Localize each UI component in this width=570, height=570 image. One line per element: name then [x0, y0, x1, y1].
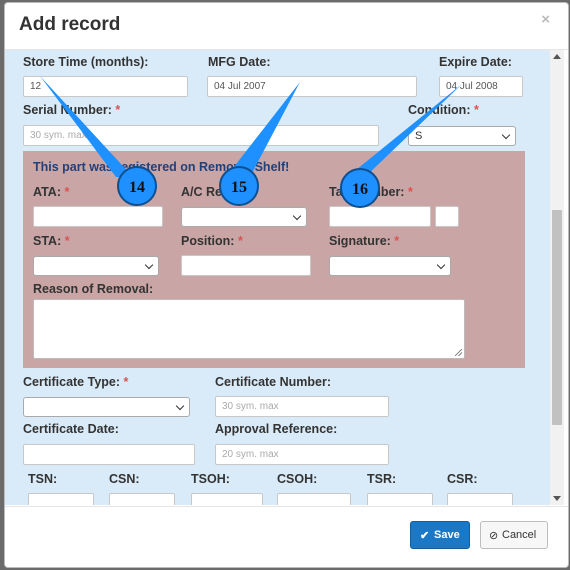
tsoh-label: TSOH:	[191, 472, 230, 486]
certificate-date-input[interactable]	[23, 444, 195, 465]
certificate-number-input[interactable]: 30 sym. max	[215, 396, 389, 417]
csn-input[interactable]	[109, 493, 175, 505]
certificate-type-label: Certificate Type: *	[23, 375, 129, 389]
ban-icon: ⊘	[489, 530, 499, 542]
signature-select[interactable]	[329, 256, 451, 276]
tsn-label: TSN:	[28, 472, 58, 486]
sta-label: STA: *	[33, 234, 70, 248]
tsn-input[interactable]	[28, 493, 94, 505]
csoh-label: CSOH:	[277, 472, 318, 486]
condition-select[interactable]: S	[408, 126, 516, 146]
ata-label: ATA: *	[33, 185, 70, 199]
tsr-label: TSR:	[367, 472, 397, 486]
certificate-type-select[interactable]	[23, 397, 190, 417]
modal-header: Add record ×	[5, 3, 568, 50]
store-time-label: Store Time (months):	[23, 55, 149, 69]
tail-number-label: Tail Number: *	[329, 185, 413, 199]
mfg-date-label: MFG Date:	[208, 55, 271, 69]
ata-input[interactable]	[33, 206, 163, 227]
expire-date-label: Expire Date:	[439, 55, 512, 69]
approval-reference-placeholder: 20 sym. max	[222, 449, 279, 460]
add-record-modal: Add record × Store Time (months): 12 MFG…	[4, 2, 569, 568]
position-label: Position: *	[181, 234, 243, 248]
sta-select[interactable]	[33, 256, 159, 276]
record-form: Store Time (months): 12 MFG Date: 04 Jul…	[5, 50, 550, 505]
ac-reg-select[interactable]	[181, 207, 307, 227]
scrollbar-thumb[interactable]	[552, 210, 562, 425]
store-time-input[interactable]: 12	[23, 76, 188, 97]
mfg-date-input[interactable]: 04 Jul 2007	[207, 76, 417, 97]
form-scrollbar[interactable]	[550, 50, 564, 505]
serial-number-input[interactable]: 30 sym. max	[23, 125, 379, 146]
check-icon: ✔	[420, 530, 430, 542]
approval-reference-input[interactable]: 20 sym. max	[215, 444, 389, 465]
certificate-date-label: Certificate Date:	[23, 422, 119, 436]
removal-shelf-message: This part was registered on Removal Shel…	[33, 160, 290, 174]
removal-shelf-section: This part was registered on Removal Shel…	[23, 151, 525, 368]
cancel-button[interactable]: ⊘ Cancel	[480, 521, 548, 549]
reason-of-removal-textarea[interactable]	[33, 299, 465, 359]
tsr-input[interactable]	[367, 493, 433, 505]
expire-date-input[interactable]: 04 Jul 2008	[439, 76, 523, 97]
modal-title: Add record	[19, 14, 121, 35]
csoh-input[interactable]	[277, 493, 351, 505]
csn-label: CSN:	[109, 472, 140, 486]
chevron-down-icon	[436, 260, 446, 270]
cancel-button-label: Cancel	[502, 529, 537, 541]
modal-footer: ✔ Save ⊘ Cancel	[5, 506, 568, 567]
chevron-down-icon	[144, 260, 154, 270]
resize-grip-icon[interactable]	[455, 349, 462, 356]
chevron-down-icon	[292, 211, 302, 221]
approval-reference-label: Approval Reference:	[215, 422, 338, 436]
certificate-number-label: Certificate Number:	[215, 375, 331, 389]
serial-number-label: Serial Number: *	[23, 103, 121, 117]
condition-label: Condition: *	[408, 103, 479, 117]
tail-number-input[interactable]	[329, 206, 431, 227]
scroll-down-arrow-icon[interactable]	[553, 496, 561, 501]
signature-label: Signature: *	[329, 234, 400, 248]
certificate-number-placeholder: 30 sym. max	[222, 401, 279, 412]
tsoh-input[interactable]	[191, 493, 263, 505]
condition-value: S	[415, 130, 423, 142]
close-icon[interactable]: ×	[541, 11, 550, 28]
modal-body: Store Time (months): 12 MFG Date: 04 Jul…	[5, 50, 568, 505]
csr-label: CSR:	[447, 472, 478, 486]
ac-reg-label: A/C Reg: *	[181, 185, 243, 199]
serial-number-placeholder: 30 sym. max	[30, 130, 87, 141]
chevron-down-icon	[175, 401, 185, 411]
scroll-up-arrow-icon[interactable]	[553, 54, 561, 59]
csr-input[interactable]	[447, 493, 513, 505]
tail-number-suffix-input[interactable]	[435, 206, 459, 227]
save-button[interactable]: ✔ Save	[410, 521, 470, 549]
position-input[interactable]	[181, 255, 311, 276]
chevron-down-icon	[501, 130, 511, 140]
reason-of-removal-label: Reason of Removal:	[33, 282, 154, 296]
save-button-label: Save	[434, 529, 460, 541]
